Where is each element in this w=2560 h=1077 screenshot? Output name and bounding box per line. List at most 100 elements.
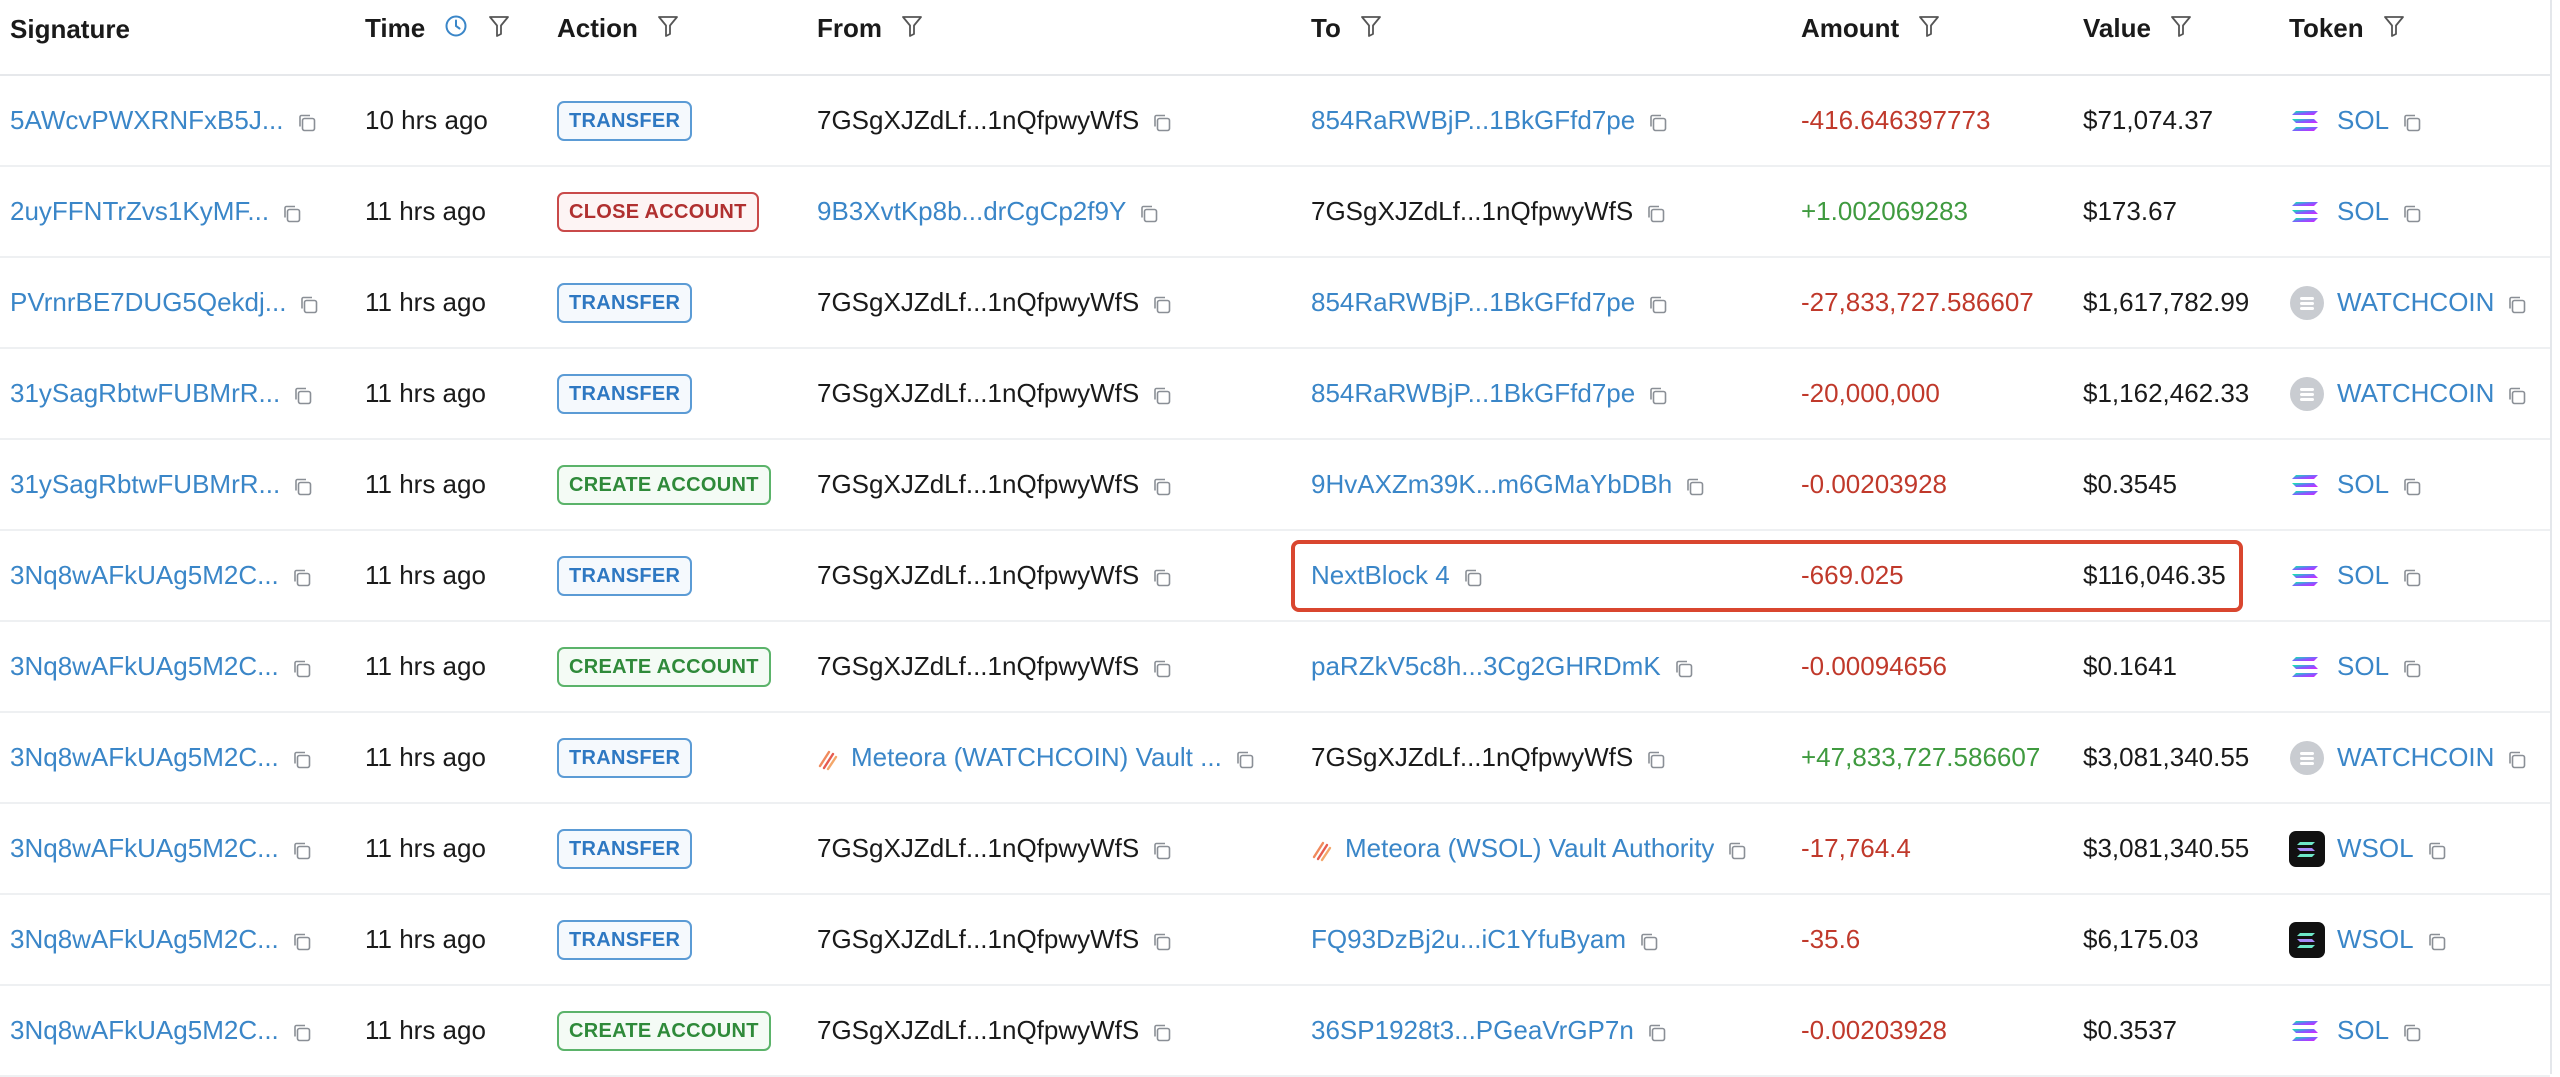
copy-icon[interactable] bbox=[291, 747, 313, 769]
token-link[interactable]: WATCHCOIN bbox=[2337, 378, 2494, 409]
copy-icon[interactable] bbox=[1647, 383, 1669, 405]
filter-icon[interactable] bbox=[1360, 14, 1382, 45]
signature-link[interactable]: 3Nq8wAFkUAg5M2C... bbox=[10, 651, 279, 682]
signature-link[interactable]: 3Nq8wAFkUAg5M2C... bbox=[10, 1015, 279, 1046]
copy-icon[interactable] bbox=[2506, 292, 2528, 314]
token-link[interactable]: WATCHCOIN bbox=[2337, 742, 2494, 773]
copy-icon[interactable] bbox=[2401, 1020, 2423, 1042]
token-cell: SOL bbox=[2279, 166, 2550, 258]
signature-link[interactable]: 31ySagRbtwFUBMrR... bbox=[10, 469, 280, 500]
to-address[interactable]: 36SP1928t3...PGeaVrGP7n bbox=[1311, 1015, 1634, 1046]
signature-link[interactable]: 3Nq8wAFkUAg5M2C... bbox=[10, 924, 279, 955]
token-link[interactable]: WATCHCOIN bbox=[2337, 287, 2494, 318]
copy-icon[interactable] bbox=[1151, 565, 1173, 587]
copy-icon[interactable] bbox=[1647, 110, 1669, 132]
copy-icon[interactable] bbox=[1151, 110, 1173, 132]
token-link[interactable]: WSOL bbox=[2337, 833, 2414, 864]
copy-icon[interactable] bbox=[1645, 201, 1667, 223]
filter-icon[interactable] bbox=[2383, 14, 2405, 45]
copy-icon[interactable] bbox=[1151, 929, 1173, 951]
copy-icon[interactable] bbox=[1673, 656, 1695, 678]
value-text: $0.1641 bbox=[2083, 651, 2177, 681]
copy-icon[interactable] bbox=[2426, 838, 2448, 860]
token-link[interactable]: SOL bbox=[2337, 469, 2389, 500]
to-address[interactable]: paRZkV5c8h...3Cg2GHRDmK bbox=[1311, 651, 1661, 682]
copy-icon[interactable] bbox=[2401, 110, 2423, 132]
copy-icon[interactable] bbox=[1646, 1020, 1668, 1042]
signature-link[interactable]: 3Nq8wAFkUAg5M2C... bbox=[10, 742, 279, 773]
copy-icon[interactable] bbox=[1462, 565, 1484, 587]
signature-link[interactable]: PVrnrBE7DUG5Qekdj... bbox=[10, 287, 286, 318]
signature-cell: 31ySagRbtwFUBMrR... bbox=[0, 348, 355, 440]
token-link[interactable]: SOL bbox=[2337, 105, 2389, 136]
token-link[interactable]: SOL bbox=[2337, 560, 2389, 591]
copy-icon[interactable] bbox=[1645, 747, 1667, 769]
value-cell: $116,046.35 bbox=[2073, 530, 2279, 622]
copy-icon[interactable] bbox=[1638, 929, 1660, 951]
action-badge: TRANSFER bbox=[557, 100, 693, 141]
copy-icon[interactable] bbox=[1151, 383, 1173, 405]
copy-icon[interactable] bbox=[1151, 656, 1173, 678]
copy-icon[interactable] bbox=[1726, 838, 1748, 860]
time-cell: 11 hrs ago bbox=[355, 166, 547, 258]
copy-icon[interactable] bbox=[2401, 201, 2423, 223]
filter-icon[interactable] bbox=[2170, 14, 2192, 45]
copy-icon[interactable] bbox=[2401, 656, 2423, 678]
token-link[interactable]: SOL bbox=[2337, 651, 2389, 682]
copy-icon[interactable] bbox=[1684, 474, 1706, 496]
filter-icon[interactable] bbox=[488, 14, 510, 45]
filter-icon[interactable] bbox=[901, 14, 923, 45]
copy-icon[interactable] bbox=[1151, 838, 1173, 860]
to-address[interactable]: Meteora (WSOL) Vault Authority bbox=[1345, 833, 1714, 864]
token-link[interactable]: SOL bbox=[2337, 1015, 2389, 1046]
clock-icon[interactable] bbox=[444, 14, 468, 45]
copy-icon[interactable] bbox=[1647, 292, 1669, 314]
to-address[interactable]: FQ93DzBj2u...iC1YfuByam bbox=[1311, 924, 1626, 955]
copy-icon[interactable] bbox=[281, 201, 303, 223]
from-cell: 7GSgXJZdLf...1nQfpwyWfS bbox=[807, 621, 1301, 713]
to-address[interactable]: 854RaRWBjP...1BkGFfd7pe bbox=[1311, 378, 1635, 409]
copy-icon[interactable] bbox=[1234, 747, 1256, 769]
signature-link[interactable]: 5AWcvPWXRNFxB5J... bbox=[10, 105, 284, 136]
from-address[interactable]: Meteora (WATCHCOIN) Vault ... bbox=[851, 742, 1222, 773]
copy-icon[interactable] bbox=[296, 110, 318, 132]
to-address[interactable]: 854RaRWBjP...1BkGFfd7pe bbox=[1311, 105, 1635, 136]
signature-link[interactable]: 3Nq8wAFkUAg5M2C... bbox=[10, 833, 279, 864]
copy-icon[interactable] bbox=[291, 1020, 313, 1042]
copy-icon[interactable] bbox=[1138, 201, 1160, 223]
amount-text: -0.00203928 bbox=[1801, 1015, 1948, 1045]
copy-icon[interactable] bbox=[291, 929, 313, 951]
copy-icon[interactable] bbox=[292, 383, 314, 405]
copy-icon[interactable] bbox=[1151, 474, 1173, 496]
copy-icon[interactable] bbox=[291, 838, 313, 860]
copy-icon[interactable] bbox=[291, 565, 313, 587]
copy-icon[interactable] bbox=[2506, 383, 2528, 405]
from-address[interactable]: 9B3XvtKp8b...drCgCp2f9Y bbox=[817, 196, 1126, 227]
signature-link[interactable]: 31ySagRbtwFUBMrR... bbox=[10, 378, 280, 409]
amount-text: +1.002069283 bbox=[1801, 196, 1969, 226]
copy-icon[interactable] bbox=[298, 292, 320, 314]
to-address[interactable]: 9HvAXZm39K...m6GMaYbDBh bbox=[1311, 469, 1672, 500]
copy-icon[interactable] bbox=[2426, 929, 2448, 951]
header-amount: Amount bbox=[1791, 0, 2073, 76]
filter-icon[interactable] bbox=[657, 14, 679, 45]
time-cell: 11 hrs ago bbox=[355, 985, 547, 1077]
signature-link[interactable]: 2uyFFNTrZvs1KyMF... bbox=[10, 196, 269, 227]
copy-icon[interactable] bbox=[291, 656, 313, 678]
filter-icon[interactable] bbox=[1918, 14, 1940, 45]
copy-icon[interactable] bbox=[1151, 292, 1173, 314]
action-cell: TRANSFER bbox=[547, 75, 807, 167]
copy-icon[interactable] bbox=[2401, 474, 2423, 496]
copy-icon[interactable] bbox=[1151, 1020, 1173, 1042]
to-address[interactable]: 854RaRWBjP...1BkGFfd7pe bbox=[1311, 287, 1635, 318]
token-link[interactable]: SOL bbox=[2337, 196, 2389, 227]
token-link[interactable]: WSOL bbox=[2337, 924, 2414, 955]
time-text: 11 hrs ago bbox=[365, 1015, 486, 1045]
token-cell: SOL bbox=[2279, 621, 2550, 713]
copy-icon[interactable] bbox=[292, 474, 314, 496]
copy-icon[interactable] bbox=[2401, 565, 2423, 587]
signature-cell: 31ySagRbtwFUBMrR... bbox=[0, 439, 355, 531]
to-address[interactable]: NextBlock 4 bbox=[1311, 560, 1450, 591]
signature-link[interactable]: 3Nq8wAFkUAg5M2C... bbox=[10, 560, 279, 591]
copy-icon[interactable] bbox=[2506, 747, 2528, 769]
